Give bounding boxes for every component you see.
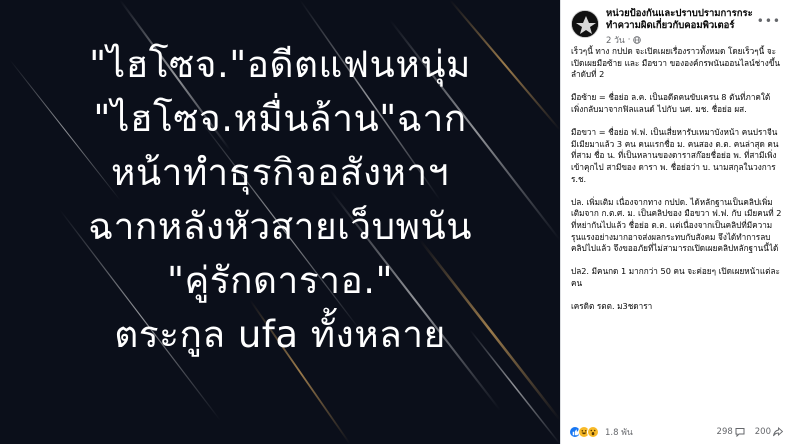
- reaction-count[interactable]: 1.8 พัน: [605, 425, 633, 439]
- comments-count[interactable]: 298: [717, 427, 745, 437]
- page-avatar[interactable]: [571, 10, 599, 38]
- headline-line: หน้าทำธุรกิจอสังหาฯ: [111, 151, 449, 194]
- reactions-bar: 1.8 พัน 298 200: [569, 424, 783, 440]
- comments-count-value: 298: [716, 427, 733, 437]
- post-paragraph: ปล. เพิ่มเติม เนื่องจากทาง กปปด. ได้หลัก…: [571, 196, 782, 254]
- post-paragraph: ปล2. มีคนกด 1 มากกว่า 50 คน จะค่อยๆ เปิด…: [571, 266, 780, 288]
- post-meta: 2 วัน ·: [606, 33, 642, 47]
- engagement-counts: 298 200: [717, 427, 783, 437]
- post-paragraph: มือขวา = ชื่อย่อ ฟ.ฟ. เป็นเสี่ยหารับเหมา…: [571, 127, 779, 184]
- comment-icon: [735, 428, 745, 437]
- headline-line: ฉากหลังหัวสายเว็บพนัน: [87, 205, 473, 248]
- wow-icon: [587, 426, 599, 438]
- headline-line: ตระกูล ufa ทั้งหลาย: [114, 313, 446, 356]
- post-paragraph: เร็วๆนี้ ทาง กปปด จะเปิดเผยเรื่องราวทั้ง…: [571, 46, 780, 80]
- post-timestamp[interactable]: 2 วัน: [606, 33, 625, 47]
- post-text: เร็วๆนี้ ทาง กปปด จะเปิดเผยเรื่องราวทั้ง…: [571, 46, 783, 324]
- headline-text: "ไฮโซจ."อดีตแฟนหนุ่ม "ไฮโซจ.หมื่นล้าน"ฉา…: [0, 38, 560, 362]
- globe-icon: [633, 36, 642, 44]
- headline-line: "ไฮโซจ.หมื่นล้าน"ฉาก: [93, 97, 467, 140]
- post-paragraph: เครดิต รตต. ม3ชดารา: [571, 301, 653, 312]
- page-name-link[interactable]: หน่วยป้องกันและปราบปรามการกระทำความผิดเก…: [606, 8, 766, 32]
- emblem-icon: [572, 11, 598, 37]
- post-paragraph: มือซ้าย = ชื่อย่อ ล.ค. เป็นอดีตคนขับเครน…: [571, 92, 771, 114]
- post-header: หน่วยป้องกันและปราบปรามการกระทำความผิดเก…: [571, 8, 781, 48]
- share-icon: [773, 427, 783, 437]
- post-image[interactable]: "ไฮโซจ."อดีตแฟนหนุ่ม "ไฮโซจ.หมื่นล้าน"ฉา…: [0, 0, 560, 444]
- headline-line: "คู่รักดาราอ.": [166, 259, 393, 302]
- shares-count-value: 200: [754, 427, 771, 437]
- shares-count[interactable]: 200: [755, 427, 783, 437]
- headline-line: "ไฮโซจ."อดีตแฟนหนุ่ม: [89, 43, 471, 86]
- more-options-icon[interactable]: •••: [757, 14, 781, 28]
- post-sidebar: หน่วยป้องกันและปราบปรามการกระทำความผิดเก…: [560, 0, 788, 444]
- reaction-icons[interactable]: [569, 426, 599, 438]
